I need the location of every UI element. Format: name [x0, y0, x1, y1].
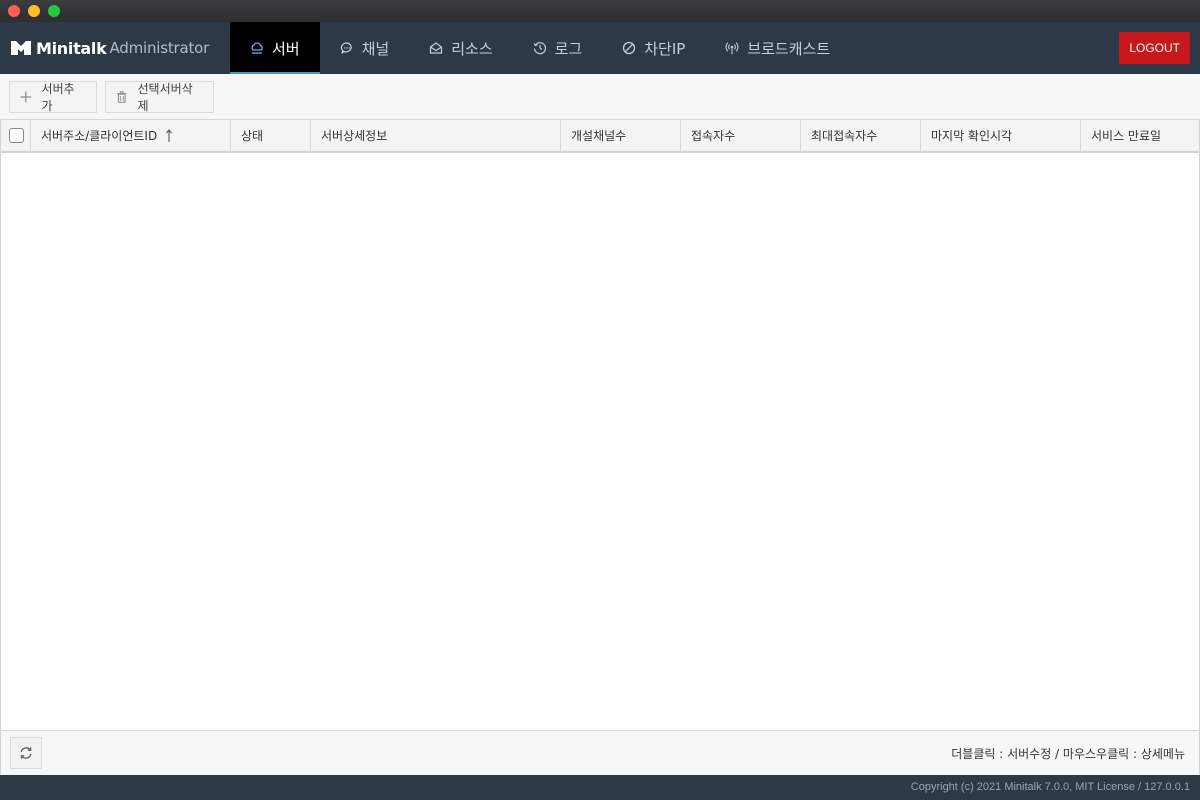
column-status[interactable]: 상태	[231, 120, 311, 151]
delete-selected-servers-button[interactable]: 선택서버삭제	[105, 81, 214, 113]
nav-tab-label: 채널	[361, 39, 390, 58]
column-expiry-date[interactable]: 서비스 만료일	[1081, 120, 1199, 151]
close-window-button[interactable]	[8, 5, 20, 17]
column-label: 서비스 만료일	[1091, 129, 1162, 143]
minimize-window-button[interactable]	[28, 5, 40, 17]
nav-tab-label: 브로드캐스트	[747, 39, 831, 58]
column-server-address[interactable]: 서버주소/클라이언트ID	[31, 120, 231, 151]
column-label: 접속자수	[691, 129, 736, 143]
refresh-icon	[20, 747, 32, 759]
column-user-count[interactable]: 접속자수	[681, 120, 801, 151]
main-nav: 서버 채널 리소스 로그 차단IP 브로드캐스트	[230, 22, 850, 74]
ban-icon	[623, 41, 636, 55]
maximize-window-button[interactable]	[48, 5, 60, 17]
nav-tab-label: 차단IP	[644, 39, 686, 58]
logout-button[interactable]: LOGOUT	[1119, 32, 1190, 64]
chat-bubble-icon	[340, 42, 352, 54]
brand-name: Minitalk	[36, 38, 107, 58]
usage-hint: 더블클릭 : 서버수정 / 마우스우클릭 : 상세메뉴	[951, 747, 1185, 761]
cloud-icon	[251, 42, 263, 54]
grid-footer: 더블클릭 : 서버수정 / 마우스우클릭 : 상세메뉴	[0, 730, 1200, 775]
broadcast-icon	[725, 42, 739, 54]
brand-subtitle: Administrator	[109, 39, 210, 57]
column-server-details[interactable]: 서버상세정보	[311, 120, 561, 151]
column-label: 서버주소/클라이언트ID	[41, 129, 158, 143]
nav-tab-label: 리소스	[451, 39, 493, 58]
nav-tab-broadcast[interactable]: 브로드캐스트	[705, 22, 850, 74]
select-all-checkbox[interactable]	[9, 128, 24, 143]
add-server-label: 서버추가	[41, 82, 75, 113]
envelope-open-icon	[430, 42, 443, 54]
copyright-text: Copyright (c) 2021 Minitalk 7.0.0, MIT L…	[910, 781, 1190, 793]
add-server-button[interactable]: 서버추가	[9, 81, 97, 113]
window-titlebar	[0, 0, 1200, 22]
toolbar: 서버추가 선택서버삭제	[0, 74, 1200, 120]
column-max-user-count[interactable]: 최대접속자수	[801, 120, 921, 151]
history-icon	[533, 42, 546, 55]
nav-tab-resource[interactable]: 리소스	[409, 22, 512, 74]
column-label: 개설채널수	[571, 129, 627, 143]
brand: Minitalk Administrator	[10, 37, 209, 59]
refresh-button[interactable]	[10, 737, 42, 769]
status-bar: Copyright (c) 2021 Minitalk 7.0.0, MIT L…	[0, 775, 1200, 800]
nav-tab-blocked-ip[interactable]: 차단IP	[602, 22, 705, 74]
nav-tab-channel[interactable]: 채널	[320, 22, 410, 74]
grid-header: 서버주소/클라이언트ID 상태 서버상세정보 개설채널수 접속자수 최대접속자수…	[0, 120, 1200, 153]
column-last-checked[interactable]: 마지막 확인시각	[921, 120, 1081, 151]
server-grid-body[interactable]	[0, 153, 1200, 730]
nav-tab-server[interactable]: 서버	[230, 22, 320, 74]
plus-icon	[20, 91, 32, 103]
nav-tab-label: 로그	[554, 39, 583, 58]
nav-tab-log[interactable]: 로그	[513, 22, 603, 74]
column-select-all	[1, 120, 31, 151]
column-label: 최대접속자수	[811, 129, 878, 143]
column-label: 마지막 확인시각	[931, 129, 1013, 143]
app-header: Minitalk Administrator 서버 채널 리소스 로그 차단IP…	[0, 22, 1200, 74]
sort-ascending-icon	[166, 128, 173, 142]
delete-selected-label: 선택서버삭제	[137, 82, 193, 113]
column-channel-count[interactable]: 개설채널수	[561, 120, 681, 151]
nav-tab-label: 서버	[272, 39, 300, 58]
trash-icon	[116, 91, 127, 103]
column-label: 서버상세정보	[321, 129, 388, 143]
minitalk-logo-icon	[11, 41, 31, 55]
column-label: 상태	[241, 129, 264, 143]
